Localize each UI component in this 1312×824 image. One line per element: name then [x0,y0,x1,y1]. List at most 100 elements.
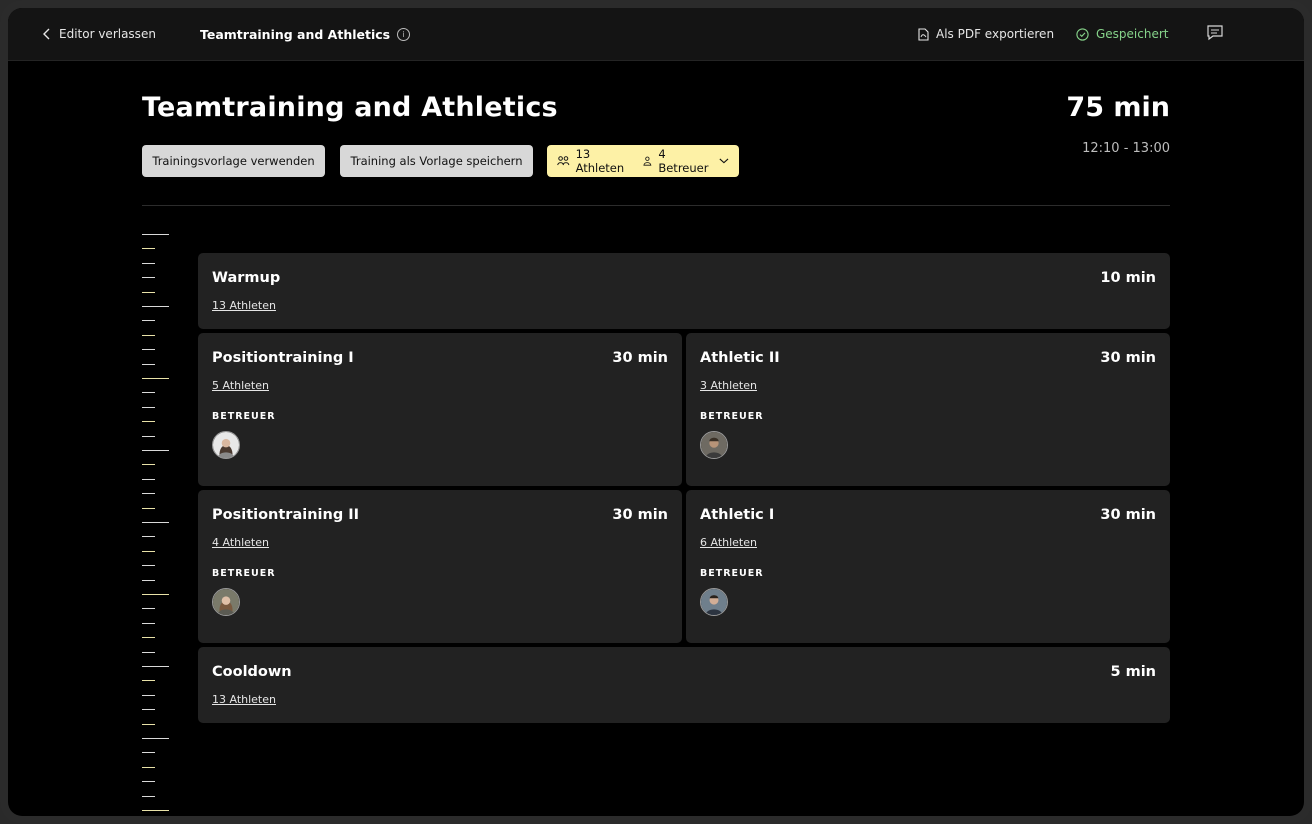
header-divider [142,205,1170,206]
export-pdf-label: Als PDF exportieren [936,27,1055,41]
chevron-left-icon [43,28,50,40]
ruler-tick [142,796,155,797]
save-as-template-label: Training als Vorlage speichern [350,154,523,168]
exit-editor-button[interactable]: Editor verlassen [42,8,156,60]
coach-label: BETREUER [700,568,764,579]
group-icon [557,156,570,166]
coach-label: BETREUER [700,411,764,422]
use-template-label: Trainingsvorlage verwenden [152,154,315,168]
coach-icon [643,156,651,166]
timeline-ruler [142,234,172,814]
block-athletic-1[interactable]: Athletic I 30 min 6 Athleten BETREUER [686,490,1170,643]
ruler-tick [142,565,155,566]
ruler-tick [142,320,155,321]
block-cooldown[interactable]: Cooldown 5 min 13 Athleten [198,647,1170,723]
block-athletes-link[interactable]: 5 Athleten [212,379,269,392]
coach-label: BETREUER [212,411,276,422]
export-pdf-button[interactable]: Als PDF exportieren [918,8,1054,60]
block-athletes-link[interactable]: 6 Athleten [700,536,757,549]
ruler-tick [142,464,155,465]
block-positiontraining-1[interactable]: Positiontraining I 30 min 5 Athleten BET… [198,333,682,486]
block-duration: 30 min [1100,350,1156,366]
document-title: Teamtraining and Athletics i [200,8,411,60]
app-screen: Editor verlassen Teamtraining and Athlet… [8,8,1304,816]
avatar[interactable] [212,431,240,459]
block-athletes-link[interactable]: 13 Athleten [212,299,276,312]
ruler-tick [142,508,155,509]
ruler-tick [142,738,169,739]
athletes-count: 13 Athleten [575,147,625,175]
block-title: Positiontraining II [212,507,360,523]
avatar[interactable] [700,431,728,459]
ruler-tick [142,551,155,552]
avatar[interactable] [700,588,728,616]
ruler-tick [142,234,169,235]
top-bar: Editor verlassen Teamtraining and Athlet… [8,8,1304,61]
ruler-tick [142,522,169,523]
pdf-file-icon [918,27,929,41]
ruler-tick [142,349,155,350]
block-athletes-link[interactable]: 13 Athleten [212,693,276,706]
coach-label: BETREUER [212,568,276,579]
participants-dropdown[interactable]: 13 Athleten 4 Betreuer [547,145,739,177]
ruler-tick [142,421,155,422]
exit-editor-label: Editor verlassen [59,27,156,41]
block-duration: 30 min [612,350,668,366]
ruler-tick [142,306,169,307]
device-frame: Editor verlassen Teamtraining and Athlet… [0,0,1312,824]
check-circle-icon [1076,27,1089,41]
ruler-tick [142,810,169,811]
ruler-tick [142,364,155,365]
ruler-tick [142,709,155,710]
block-athletes-link[interactable]: 4 Athleten [212,536,269,549]
total-duration: 75 min [1066,92,1170,123]
block-warmup[interactable]: Warmup 10 min 13 Athleten [198,253,1170,329]
block-duration: 30 min [612,507,668,523]
ruler-tick [142,263,155,264]
chevron-down-icon [719,158,729,164]
time-range: 12:10 - 13:00 [1082,141,1170,156]
ruler-tick [142,680,155,681]
block-title: Positiontraining I [212,350,354,366]
ruler-tick [142,378,169,379]
info-icon[interactable]: i [397,27,411,41]
ruler-tick [142,436,155,437]
ruler-tick [142,536,155,537]
save-status-label: Gespeichert [1096,27,1169,41]
block-duration: 10 min [1100,270,1156,286]
save-status: Gespeichert [1076,8,1169,60]
ruler-tick [142,637,155,638]
ruler-tick [142,407,155,408]
ruler-tick [142,335,155,336]
ruler-tick [142,392,155,393]
ruler-tick [142,623,155,624]
block-title: Cooldown [212,664,292,680]
document-title-text: Teamtraining and Athletics [200,26,391,42]
ruler-tick [142,479,155,480]
block-title: Athletic I [700,507,775,523]
block-athletic-2[interactable]: Athletic II 30 min 3 Athleten BETREUER [686,333,1170,486]
ruler-tick [142,652,155,653]
ruler-tick [142,767,155,768]
page-title: Teamtraining and Athletics [142,92,558,123]
ruler-tick [142,292,155,293]
ruler-tick [142,450,169,451]
block-duration: 30 min [1100,507,1156,523]
ruler-tick [142,248,155,249]
ruler-tick [142,666,169,667]
comment-icon[interactable] [1206,24,1224,42]
coaches-count: 4 Betreuer [658,147,709,175]
avatar[interactable] [212,588,240,616]
ruler-tick [142,781,155,782]
ruler-tick [142,752,155,753]
ruler-tick [142,493,155,494]
ruler-tick [142,608,155,609]
save-as-template-button[interactable]: Training als Vorlage speichern [340,145,533,177]
ruler-tick [142,580,155,581]
ruler-tick [142,724,155,725]
block-athletes-link[interactable]: 3 Athleten [700,379,757,392]
ruler-tick [142,277,155,278]
block-positiontraining-2[interactable]: Positiontraining II 30 min 4 Athleten BE… [198,490,682,643]
ruler-tick [142,695,155,696]
use-template-button[interactable]: Trainingsvorlage verwenden [142,145,325,177]
